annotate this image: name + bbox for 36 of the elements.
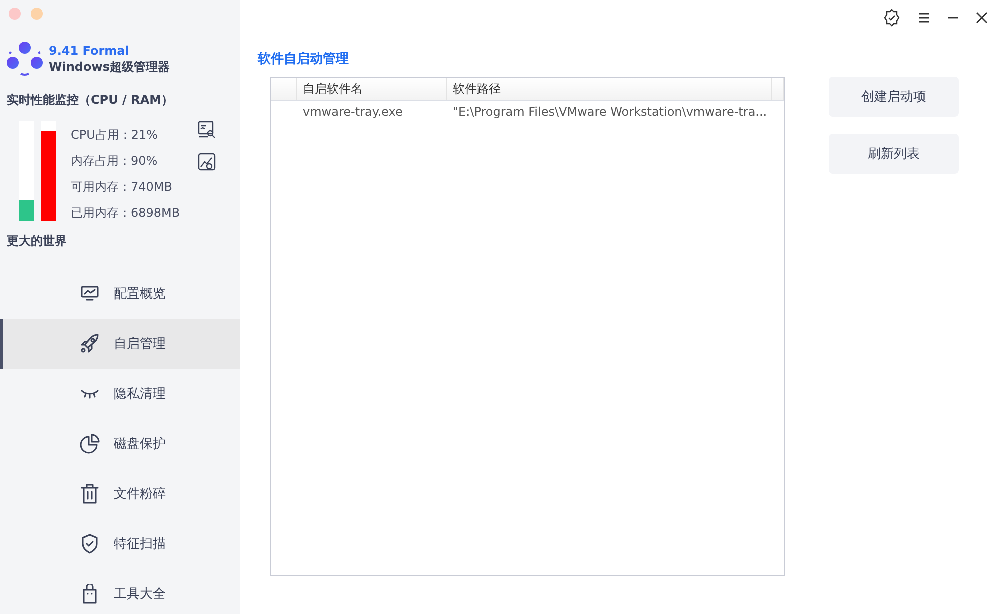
screen-search-icon[interactable] <box>198 121 216 139</box>
column-header[interactable]: 自启软件名 <box>297 78 447 100</box>
verified-icon[interactable] <box>883 9 901 27</box>
nav-item[interactable]: 自启管理 <box>0 319 240 369</box>
nav-item[interactable]: 特征扫描 <box>0 519 240 569</box>
closed-eye-icon <box>80 389 100 399</box>
section-title: 实时性能监控（CPU / RAM） <box>6 92 175 109</box>
nav-item[interactable]: 配置概览 <box>0 269 240 319</box>
stat-text: 内存占用：90% <box>71 153 159 170</box>
window-control-dot[interactable] <box>9 8 21 20</box>
window-control-dot[interactable] <box>31 8 43 20</box>
action-button[interactable]: 创建启动项 <box>829 77 959 117</box>
nav-item[interactable]: 工具大全 <box>0 569 240 614</box>
table-cell-text: vmware-tray.exe <box>302 104 404 121</box>
chart-tag-icon[interactable] <box>198 153 216 171</box>
section-title: 更大的世界 <box>6 233 68 250</box>
table-cell-text: "E:\Program Files\VMware Workstation\vmware-tra... <box>452 104 768 121</box>
close-icon[interactable] <box>976 12 988 24</box>
nav-item[interactable]: 磁盘保护 <box>0 419 240 469</box>
stat-text: CPU占用：21% <box>71 127 160 144</box>
rocket-icon <box>80 334 100 354</box>
pie-chart-icon <box>80 434 100 454</box>
stat-text: 已用内存：6898MB <box>71 205 180 222</box>
trash-icon <box>80 484 100 504</box>
stat-text: 可用内存：740MB <box>71 179 174 196</box>
nav-item[interactable]: 隐私清理 <box>0 369 240 419</box>
action-button[interactable]: 刷新列表 <box>829 134 959 174</box>
shield-icon <box>80 534 100 554</box>
version-label: 9.41 Formal <box>49 44 130 58</box>
menu-icon[interactable] <box>918 12 930 24</box>
logo-icon <box>7 41 43 77</box>
column-header[interactable]: 软件路径 <box>447 78 772 100</box>
monitor-icon <box>80 286 100 302</box>
nav-item[interactable]: 文件粉碎 <box>0 469 240 519</box>
page-heading: 软件自启动管理 <box>258 52 350 68</box>
app-name: Windows超级管理器 <box>49 58 170 74</box>
